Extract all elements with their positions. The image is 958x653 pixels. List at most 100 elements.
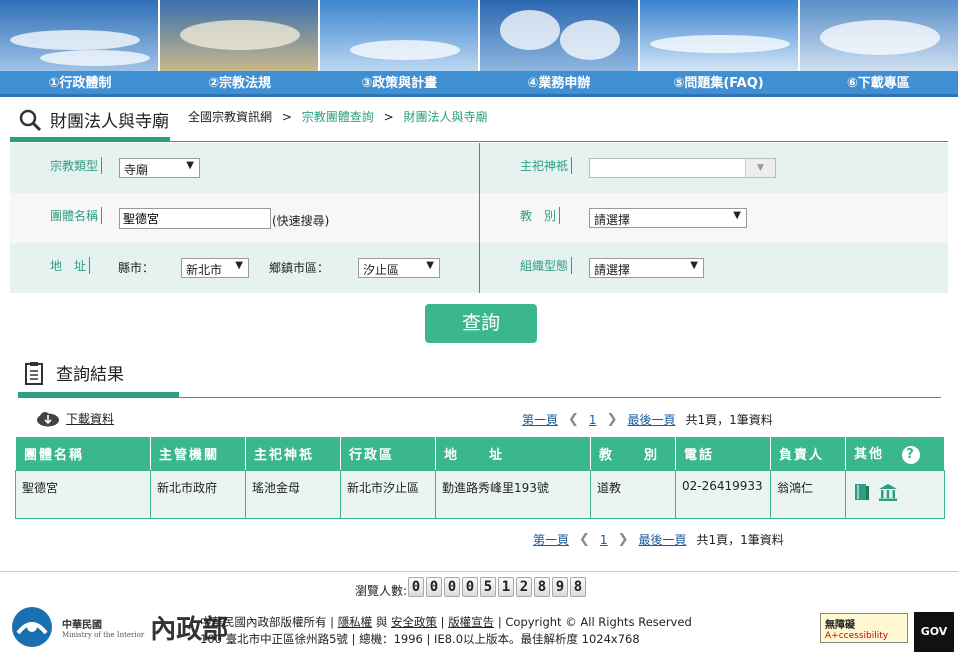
copyright-sep: | — [437, 615, 449, 629]
breadcrumb-religion-query[interactable]: 宗教團體查詢 — [302, 110, 374, 124]
dropdown-arrow-icon: ▼ — [186, 160, 194, 171]
pager-last[interactable]: 最後一頁 — [638, 531, 686, 548]
religion-type-select[interactable]: 寺廟 ▼ — [119, 158, 200, 178]
dropdown-arrow-icon: ▼ — [690, 260, 698, 271]
privacy-link[interactable]: 隱私權 — [338, 615, 373, 629]
chevron-down-icon[interactable]: ▼ — [745, 159, 775, 177]
breadcrumb-separator: > — [383, 110, 394, 124]
pager-page[interactable]: 1 — [600, 533, 608, 547]
download-link[interactable]: 下載資料 — [36, 410, 114, 427]
breadcrumb-home[interactable]: 全國宗教資訊網 — [188, 110, 272, 124]
district-value: 汐止區 — [363, 263, 400, 277]
breadcrumb: 全國宗教資訊網 > 宗教團體查詢 > 財團法人與寺廟 — [188, 108, 487, 125]
nav-item-applications[interactable]: ④業務申辦 — [479, 71, 639, 94]
counter-digit: 5 — [480, 577, 496, 597]
visitor-count-label: 瀏覽人數: — [355, 584, 408, 598]
pager-page[interactable]: 1 — [589, 413, 597, 427]
deity-combobox[interactable]: ▼ — [589, 158, 776, 178]
counter-digit: 8 — [570, 577, 586, 597]
column-header: 教 別 — [590, 436, 676, 471]
copyright-notice-link[interactable]: 版權宣告 — [448, 615, 494, 629]
chevron-right-icon[interactable]: ❯ — [618, 532, 629, 547]
main-nav: ①行政體制 ②宗教法規 ③政策與計畫 ④業務申辦 ⑤問題集(FAQ) ⑥下載專區 — [0, 71, 958, 97]
dropdown-arrow-icon: ▼ — [235, 260, 243, 271]
city-label: 縣市： — [118, 261, 155, 275]
cell-owner: 翁鴻仁 — [770, 470, 846, 519]
pager-first[interactable]: 第一頁 — [533, 531, 569, 548]
help-icon[interactable]: ? — [902, 446, 921, 464]
column-header: 團體名稱 — [15, 436, 151, 471]
pagination-top: 第一頁 ❮ 1 ❯ 最後一頁 共1頁，1筆資料 — [522, 411, 773, 428]
cell-address: 勤進路秀峰里193號 — [435, 470, 591, 519]
form-divider — [479, 143, 480, 293]
query-button[interactable]: 查詢 — [425, 304, 537, 343]
divider — [10, 141, 948, 142]
deity-label: 主祀神祇 — [520, 157, 573, 174]
column-header-label: 其他 — [854, 447, 885, 462]
accessibility-badge[interactable]: 無障礙 A+ccessibility — [820, 613, 908, 643]
gov-badge[interactable]: GOV — [914, 612, 954, 652]
chevron-left-icon[interactable]: ❮ — [568, 412, 579, 427]
visitor-counter: 0 0 0 0 5 1 2 8 9 8 — [408, 577, 588, 597]
pager-summary: 共1頁，1筆資料 — [696, 533, 784, 547]
ministry-emblem-icon — [12, 607, 52, 647]
counter-digit: 0 — [426, 577, 442, 597]
nav-item-policy-plan[interactable]: ③政策與計畫 — [319, 71, 479, 94]
column-header: 負責人 — [770, 436, 846, 471]
city-select[interactable]: 新北市 ▼ — [181, 258, 249, 278]
copyright-prefix: 中華民國內政部版權所有 | — [200, 615, 338, 629]
chevron-right-icon[interactable]: ❯ — [607, 412, 618, 427]
dropdown-arrow-icon: ▼ — [426, 260, 434, 271]
counter-digit: 9 — [552, 577, 568, 597]
nav-item-religion-law[interactable]: ②宗教法規 — [160, 71, 320, 94]
accessibility-label: 無障礙 — [825, 620, 855, 631]
copyright-suffix: | Copyright © All Rights Reserved — [494, 615, 692, 629]
security-link[interactable]: 安全政策 — [391, 615, 437, 629]
table-row: 聖德宮 新北市政府 瑤池金母 新北市汐止區 勤進路秀峰里193號 道教 02-2… — [15, 470, 945, 519]
breadcrumb-current[interactable]: 財團法人與寺廟 — [403, 110, 487, 124]
cell-district: 新北市汐止區 — [340, 470, 436, 519]
dropdown-arrow-icon: ▼ — [733, 210, 741, 221]
banner-sky-image — [800, 0, 958, 71]
district-label: 鄉鎮市區： — [269, 261, 330, 275]
org-name: 中華民國 — [62, 619, 102, 631]
column-header: 地 址 — [435, 436, 591, 471]
page-header: 財團法人與寺廟 全國宗教資訊網 > 宗教團體查詢 > 財團法人與寺廟 — [0, 101, 958, 143]
counter-digit: 2 — [516, 577, 532, 597]
sect-select[interactable]: 請選擇 ▼ — [589, 208, 747, 228]
sect-value: 請選擇 — [594, 213, 631, 227]
pager-last[interactable]: 最後一頁 — [627, 411, 675, 428]
address-info: 100 臺北市中正區徐州路5號 | 總機：1996 | IE8.0以上版本。最佳… — [200, 632, 640, 646]
religion-type-label: 宗教類型 — [50, 157, 103, 174]
org-type-select[interactable]: 請選擇 ▼ — [589, 258, 704, 278]
group-name-label: 團體名稱 — [50, 207, 103, 224]
org-type-value: 請選擇 — [594, 263, 631, 277]
counter-digit: 1 — [498, 577, 514, 597]
nav-item-faq[interactable]: ⑤問題集(FAQ) — [639, 71, 799, 94]
results-table: 團體名稱 主管機關 主祀神祇 行政區 地 址 教 別 電話 負責人 其他? 聖德… — [15, 436, 945, 519]
quick-search-hint: (快速搜尋) — [272, 214, 330, 228]
group-name-input[interactable] — [119, 208, 271, 229]
banner-sky-image — [480, 0, 640, 71]
counter-digit: 0 — [462, 577, 478, 597]
book-icon[interactable] — [854, 483, 870, 501]
column-header: 主祀神祇 — [245, 436, 341, 471]
nav-item-downloads[interactable]: ⑥下載專區 — [798, 71, 958, 94]
cell-other — [845, 470, 945, 519]
banner-sky-image — [0, 0, 160, 71]
accessibility-sub: A+ccessibility — [825, 631, 889, 641]
download-label[interactable]: 下載資料 — [66, 410, 114, 427]
ministry-logo[interactable]: 中華民國 Ministry of the Interior 內政部 — [10, 605, 228, 649]
org-type-label: 組織型態 — [520, 257, 573, 274]
counter-digit: 0 — [444, 577, 460, 597]
chevron-left-icon[interactable]: ❮ — [579, 532, 590, 547]
district-select[interactable]: 汐止區 ▼ — [358, 258, 440, 278]
temple-icon[interactable] — [878, 483, 898, 501]
search-form: 宗教類型 寺廟 ▼ 主祀神祇 ▼ 團體名稱 (快速搜尋) 教 別 請選擇 ▼ 地… — [10, 143, 948, 293]
column-header: 主管機關 — [150, 436, 246, 471]
city-value: 新北市 — [186, 263, 223, 277]
page-title: 財團法人與寺廟 — [18, 107, 169, 132]
pager-first[interactable]: 第一頁 — [522, 411, 558, 428]
nav-item-admin-system[interactable]: ①行政體制 — [0, 71, 160, 94]
results-title: 查詢結果 — [24, 360, 124, 385]
